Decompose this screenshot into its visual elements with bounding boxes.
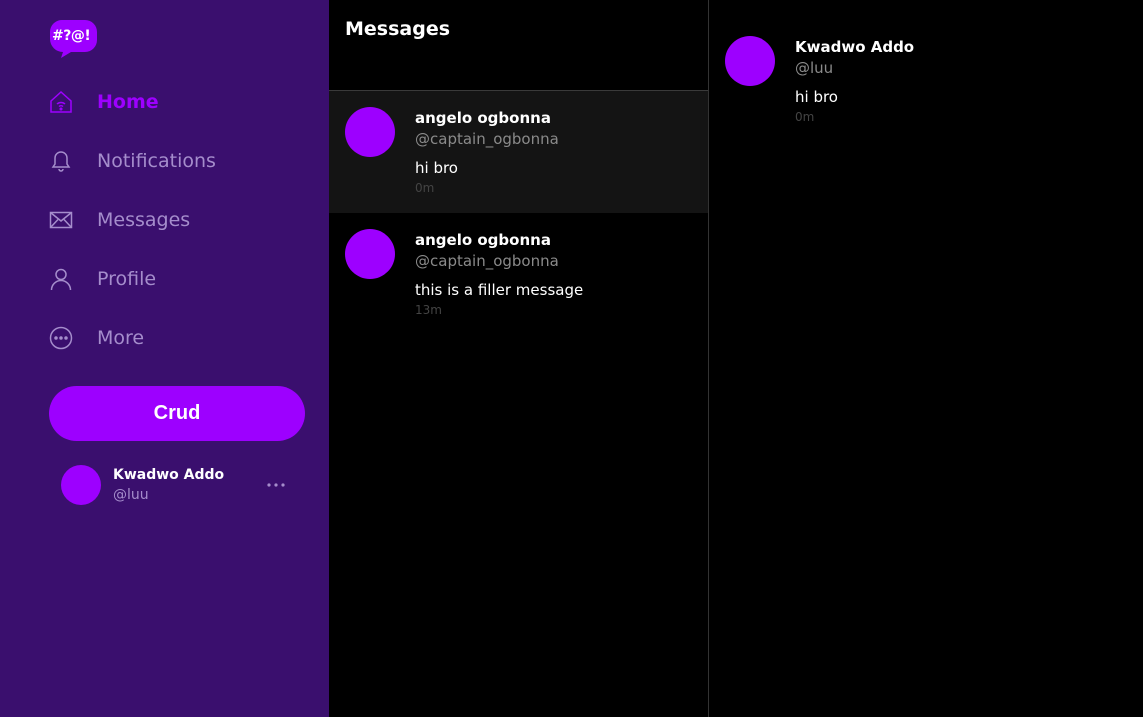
sidebar-item-more[interactable]: More xyxy=(49,318,144,358)
conversation-preview: hi bro xyxy=(415,159,458,177)
conversation-item[interactable]: angelo ogbonna @captain_ogbonna this is … xyxy=(329,213,708,335)
conversation-name: angelo ogbonna xyxy=(415,231,551,249)
more-circle-icon xyxy=(49,326,73,350)
account-handle: @luu xyxy=(113,487,149,503)
avatar xyxy=(345,229,395,279)
sidebar-item-label: Notifications xyxy=(97,150,216,172)
bell-icon xyxy=(49,149,73,173)
sidebar-item-label: Messages xyxy=(97,209,191,231)
avatar xyxy=(61,465,101,505)
sidebar: #?@! Home Notifications Messages Profile… xyxy=(0,0,329,717)
sidebar-item-notifications[interactable]: Notifications xyxy=(49,141,216,181)
account-switcher[interactable]: Kwadwo Addo @luu xyxy=(61,465,301,505)
conversation-handle: @captain_ogbonna xyxy=(415,130,559,148)
page-title: Messages xyxy=(345,18,451,40)
user-icon xyxy=(49,267,73,291)
message-sender-handle: @luu xyxy=(795,59,834,77)
home-icon xyxy=(49,90,73,114)
sidebar-item-label: More xyxy=(97,327,145,349)
message-text: hi bro xyxy=(795,88,838,106)
logo-text: #?@! xyxy=(52,28,91,44)
message-sender-name: Kwadwo Addo xyxy=(795,38,915,56)
sidebar-item-label: Profile xyxy=(97,268,157,290)
more-horizontal-icon[interactable] xyxy=(266,475,286,495)
app-logo[interactable]: #?@! xyxy=(49,18,97,58)
conversation-time: 13m xyxy=(415,303,442,317)
conversation-time: 0m xyxy=(415,181,435,195)
avatar xyxy=(345,107,395,157)
mail-icon xyxy=(49,208,73,232)
sidebar-item-home[interactable]: Home xyxy=(49,82,159,122)
sidebar-item-label: Home xyxy=(97,91,159,113)
conversation-item[interactable]: angelo ogbonna @captain_ogbonna hi bro 0… xyxy=(329,91,708,213)
conversation-preview: this is a filler message xyxy=(415,281,584,299)
account-name: Kwadwo Addo xyxy=(113,467,225,483)
avatar xyxy=(725,36,775,86)
conversation-handle: @captain_ogbonna xyxy=(415,252,559,270)
messages-panel: Messages angelo ogbonna @captain_ogbonna… xyxy=(329,0,709,717)
conversation-name: angelo ogbonna xyxy=(415,109,551,127)
conversation-detail: Kwadwo Addo @luu hi bro 0m xyxy=(709,0,1143,717)
sidebar-item-messages[interactable]: Messages xyxy=(49,200,190,240)
message-time: 0m xyxy=(795,110,815,124)
crud-button[interactable]: Crud xyxy=(49,386,305,441)
sidebar-item-profile[interactable]: Profile xyxy=(49,259,156,299)
